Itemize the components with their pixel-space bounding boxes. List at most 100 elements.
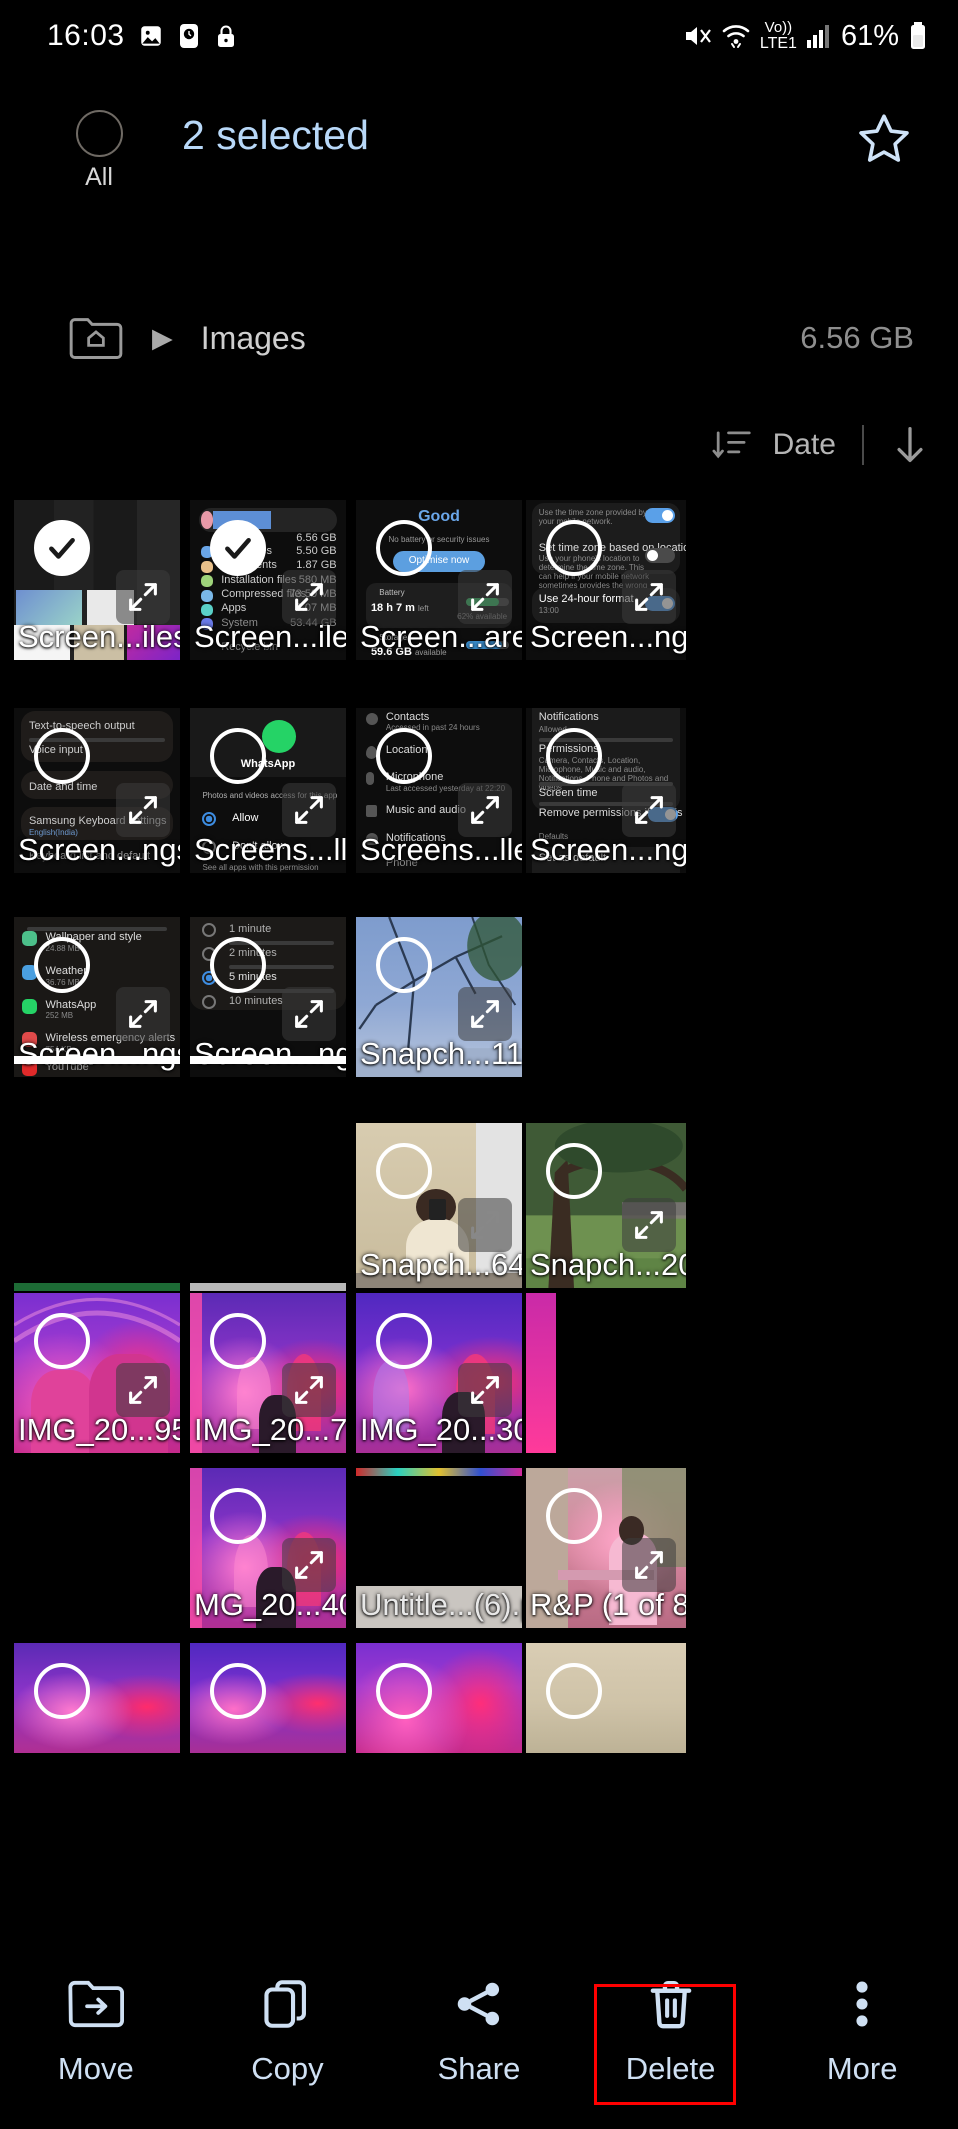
file-cell[interactable] (526, 1643, 686, 1753)
expand-icon[interactable] (458, 987, 512, 1041)
move-button[interactable]: Move (0, 1949, 192, 2087)
file-checkbox[interactable] (376, 1663, 432, 1719)
expand-icon[interactable] (458, 783, 512, 837)
file-cell[interactable]: Audio files Documents Installation files… (190, 500, 346, 660)
file-checkbox[interactable] (210, 520, 266, 576)
file-checkbox[interactable] (546, 728, 602, 784)
expand-icon[interactable] (458, 570, 512, 624)
file-name: Untitle...(6).png (360, 1587, 522, 1623)
file-cell[interactable]: Notifications Allowed Permissions Camera… (526, 708, 686, 873)
file-cell[interactable]: Text-to-speech output Voice input Date a… (14, 708, 180, 873)
file-name: Screen...ngs.jpg (530, 619, 686, 655)
file-checkbox[interactable] (210, 937, 266, 993)
file-cell[interactable]: Snapch...64.jpg (356, 1123, 522, 1288)
file-cell[interactable] (190, 1643, 346, 1753)
lock-icon (214, 23, 238, 49)
file-name: Screens...ller.jpg (360, 832, 522, 868)
network-label: LTE1 (759, 34, 797, 52)
copy-button[interactable]: Copy (192, 1949, 384, 2087)
file-checkbox[interactable] (376, 728, 432, 784)
file-cell[interactable] (14, 1643, 180, 1753)
action-toolbar[interactable]: Move Copy Share Delete More (0, 1949, 958, 2129)
expand-icon[interactable] (282, 570, 336, 624)
file-cell[interactable]: IMG_20...95.jpg (14, 1293, 180, 1453)
file-checkbox[interactable] (376, 520, 432, 576)
expand-icon[interactable] (116, 570, 170, 624)
expand-icon[interactable] (622, 570, 676, 624)
file-checkbox[interactable] (210, 728, 266, 784)
file-cell[interactable]: R&P (1 of 8).jpg (526, 1468, 686, 1628)
file-cell[interactable]: Use the time zone provided by your mobil… (526, 500, 686, 660)
file-cell[interactable]: Snapch...11.jpg (356, 917, 522, 1077)
volte-label: Vo)) (764, 19, 793, 37)
file-cell[interactable]: Screen...iles.jpg (14, 500, 180, 660)
file-cell[interactable]: Wallpaper and style 24.88 MB Weather 36.… (14, 917, 180, 1077)
sort-field-label[interactable]: Date (773, 428, 836, 462)
file-checkbox[interactable] (210, 1313, 266, 1369)
file-cell[interactable]: WhatsApp Photos and videos access for th… (190, 708, 346, 873)
trash-icon[interactable] (642, 1975, 700, 2033)
breadcrumb[interactable]: ▶ Images 6.56 GB (0, 300, 958, 376)
expand-icon[interactable] (116, 1363, 170, 1417)
file-cell[interactable]: MG_20...40.jpg (190, 1468, 346, 1628)
expand-icon[interactable] (458, 1198, 512, 1252)
file-checkbox[interactable] (34, 1663, 90, 1719)
volte-icon: Vo)) LTE1 (759, 19, 797, 52)
file-checkbox[interactable] (210, 1488, 266, 1544)
file-cell[interactable]: Untitle...(6).png (356, 1468, 522, 1628)
file-cell[interactable]: Contacts Accessed in past 24 hours Locat… (356, 708, 522, 873)
more-button[interactable]: More (766, 1949, 958, 2087)
file-checkbox[interactable] (210, 1663, 266, 1719)
home-folder-icon[interactable] (68, 315, 124, 361)
select-all-circle[interactable] (75, 110, 123, 157)
sort-icon[interactable] (711, 426, 753, 464)
expand-icon[interactable] (116, 783, 170, 837)
expand-icon[interactable] (622, 1198, 676, 1252)
file-cell[interactable] (356, 1643, 522, 1753)
file-cell[interactable]: IMG_20...30.jpg (356, 1293, 522, 1453)
copy-icon[interactable] (258, 1975, 316, 2033)
arrow-down-icon[interactable] (890, 425, 930, 465)
file-checkbox[interactable] (546, 1663, 602, 1719)
favorite-button[interactable] (855, 110, 913, 173)
file-checkbox[interactable] (376, 1143, 432, 1199)
file-cell[interactable]: Snapch...20.jpg (526, 1123, 686, 1288)
breadcrumb-folder-name[interactable]: Images (201, 320, 306, 357)
file-checkbox[interactable] (546, 1488, 602, 1544)
file-cell[interactable]: Good No battery or security issues Optim… (356, 500, 522, 660)
file-cell-partial[interactable] (526, 1293, 556, 1453)
share-button[interactable]: Share (383, 1949, 575, 2087)
sort-bar[interactable]: Date (711, 425, 930, 465)
file-checkbox[interactable] (546, 1143, 602, 1199)
star-icon[interactable] (855, 110, 913, 168)
mute-icon (682, 22, 712, 50)
file-name: IMG_20...75.jpg (194, 1412, 346, 1448)
expand-icon[interactable] (282, 1538, 336, 1592)
file-checkbox[interactable] (34, 520, 90, 576)
file-checkbox[interactable] (376, 937, 432, 993)
wifi-icon (721, 22, 751, 50)
expand-icon[interactable] (282, 987, 336, 1041)
file-checkbox[interactable] (34, 728, 90, 784)
share-icon[interactable] (450, 1975, 508, 2033)
move-folder-icon[interactable] (67, 1975, 125, 2033)
file-grid[interactable]: Screen...iles.jpg Audio files Documents … (0, 493, 958, 1953)
delete-button[interactable]: Delete (575, 1949, 767, 2087)
file-checkbox[interactable] (546, 520, 602, 576)
expand-icon[interactable] (622, 783, 676, 837)
more-vertical-icon[interactable] (833, 1975, 891, 2033)
file-cell[interactable]: 1 minute 2 minutes 5 minutes 10 minutes … (190, 917, 346, 1077)
expand-icon[interactable] (622, 1538, 676, 1592)
file-checkbox[interactable] (376, 1313, 432, 1369)
file-checkbox[interactable] (34, 937, 90, 993)
select-all-button[interactable]: All (64, 110, 134, 192)
chevron-right-icon: ▶ (152, 322, 173, 353)
clock-icon (177, 23, 201, 49)
expand-icon[interactable] (282, 783, 336, 837)
file-name: Snapch...64.jpg (360, 1247, 522, 1283)
expand-icon[interactable] (282, 1363, 336, 1417)
expand-icon[interactable] (116, 987, 170, 1041)
expand-icon[interactable] (458, 1363, 512, 1417)
file-cell[interactable]: IMG_20...75.jpg (190, 1293, 346, 1453)
file-checkbox[interactable] (34, 1313, 90, 1369)
